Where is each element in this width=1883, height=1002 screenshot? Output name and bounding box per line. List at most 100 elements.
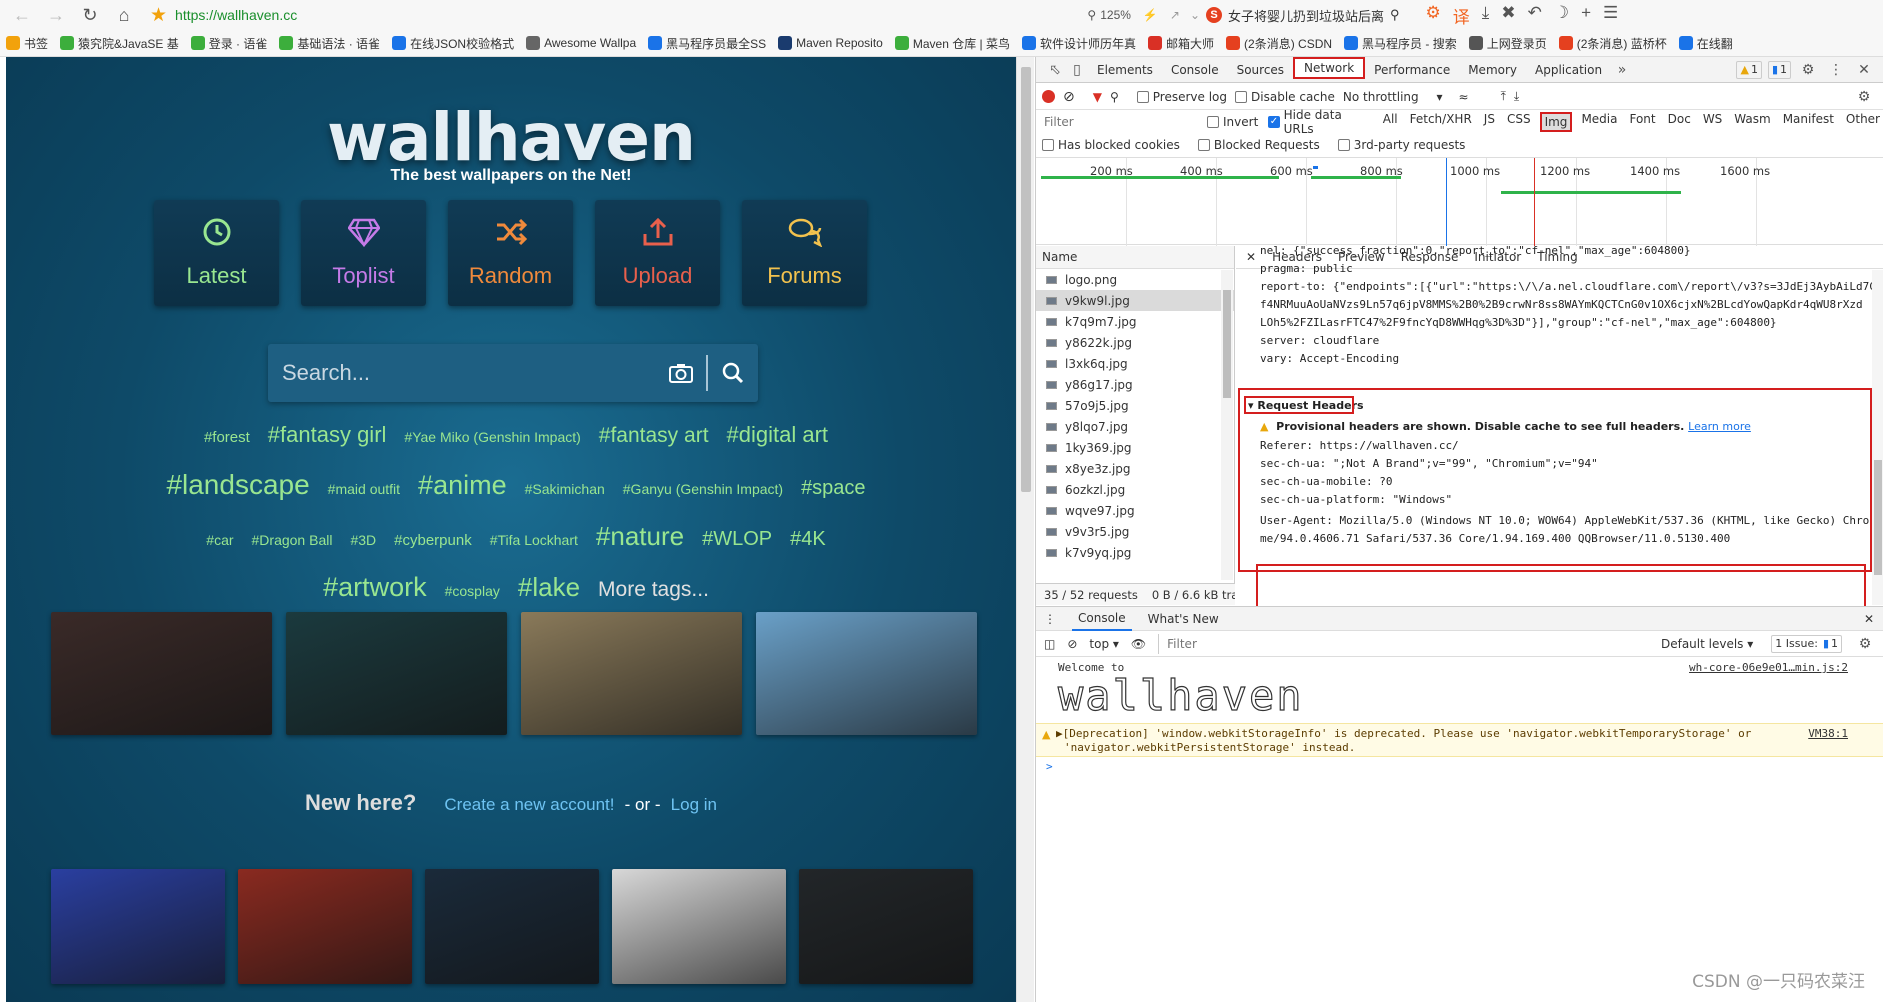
tag-link[interactable]: #landscape — [166, 462, 309, 507]
bookmark-item[interactable]: 黑马程序员 - 搜索 — [1344, 35, 1457, 52]
wifi-conditions-icon[interactable]: ≈ — [1459, 90, 1469, 104]
nav-latest-button[interactable]: Latest — [154, 200, 279, 306]
blocked-filter-checkbox[interactable]: 3rd-party requests — [1337, 138, 1465, 152]
tools-icon[interactable]: ✖ — [1501, 3, 1515, 28]
nav-forums-button[interactable]: Forums — [742, 200, 867, 306]
checkbox-box[interactable] — [1042, 139, 1054, 151]
request-row[interactable]: 1ky369.jpg — [1036, 437, 1234, 458]
filter-type-css[interactable]: CSS — [1504, 112, 1534, 132]
filter-type-all[interactable]: All — [1380, 112, 1401, 132]
tag-link[interactable]: #Ganyu (Genshin Impact) — [623, 467, 783, 512]
log-levels-select[interactable]: Default levels ▾ — [1661, 637, 1753, 651]
bookmark-item[interactable]: 书签 — [6, 35, 48, 52]
detail-scrollbar[interactable] — [1872, 270, 1883, 605]
search-icon[interactable]: ⚲ — [1390, 7, 1400, 23]
scrollbar-thumb[interactable] — [1874, 460, 1882, 575]
tag-link[interactable]: #Tifa Lockhart — [490, 518, 578, 563]
filter-funnel-icon[interactable]: ▼ — [1093, 90, 1102, 104]
bookmark-item[interactable]: (2条消息) CSDN — [1226, 35, 1332, 52]
tag-link[interactable]: #anime — [418, 463, 507, 508]
close-drawer-icon[interactable]: ✕ — [1864, 612, 1874, 626]
console-filter-input[interactable] — [1158, 633, 1649, 654]
tab-elements[interactable]: Elements — [1088, 57, 1162, 83]
create-account-link[interactable]: Create a new account! — [444, 795, 614, 814]
context-select[interactable]: top ▾ — [1089, 637, 1119, 651]
request-row[interactable]: k7q9m7.jpg — [1036, 311, 1234, 332]
wallpaper-thumbnail[interactable] — [51, 869, 225, 984]
checkbox-box[interactable] — [1235, 90, 1248, 103]
tab-application[interactable]: Application — [1526, 57, 1611, 83]
scrollbar-thumb[interactable] — [1021, 67, 1031, 492]
download-icon[interactable]: ⤓ — [1482, 3, 1490, 28]
filter-type-manifest[interactable]: Manifest — [1780, 112, 1837, 132]
wallpaper-thumbnail[interactable] — [238, 869, 412, 984]
tag-link[interactable]: #fantasy girl — [268, 412, 387, 457]
tag-link[interactable]: #nature — [596, 514, 684, 559]
new-tab-icon[interactable]: + — [1581, 3, 1591, 28]
tag-link[interactable]: #digital art — [727, 412, 829, 457]
bookmark-star-icon[interactable]: ★ — [150, 4, 167, 27]
tab-network[interactable]: Network — [1293, 56, 1366, 79]
request-row[interactable]: logo.png — [1036, 269, 1234, 290]
import-har-icon[interactable]: ⤒ — [1501, 89, 1506, 104]
tag-link[interactable]: #3D — [350, 518, 376, 563]
tag-link[interactable]: #cyberpunk — [394, 518, 472, 563]
blocked-filter-checkbox[interactable]: Has blocked cookies — [1042, 138, 1180, 152]
wallpaper-thumbnail[interactable] — [286, 612, 507, 735]
request-row[interactable]: v9v3r5.jpg — [1036, 521, 1234, 542]
game-icon[interactable]: ⚙ — [1426, 3, 1441, 28]
inspect-icon[interactable]: ⬁ — [1044, 59, 1066, 81]
warnings-badge[interactable]: ▲ 1 — [1736, 60, 1762, 79]
sidebar-toggle-icon[interactable]: ◫ — [1044, 637, 1055, 651]
filter-type-media[interactable]: Media — [1578, 112, 1620, 132]
disable-cache-checkbox[interactable]: Disable cache — [1235, 90, 1335, 104]
scrollbar-thumb[interactable] — [1223, 290, 1231, 398]
checkbox-box[interactable] — [1197, 139, 1210, 151]
issues-badge[interactable]: 1 Issue: ▮ 1 — [1771, 634, 1842, 653]
request-row[interactable]: l3xk6q.jpg — [1036, 353, 1234, 374]
bookmark-item[interactable]: Awesome Wallpa — [526, 36, 636, 50]
filter-type-wasm[interactable]: Wasm — [1731, 112, 1773, 132]
nav-upload-button[interactable]: Upload — [595, 200, 720, 306]
bookmark-item[interactable]: (2条消息) 蓝桥杯 — [1558, 35, 1667, 52]
camera-icon[interactable] — [656, 344, 706, 402]
console-settings-icon[interactable]: ⚙ — [1854, 633, 1876, 655]
clear-console-icon[interactable]: ⊘ — [1067, 637, 1077, 651]
filter-type-ws[interactable]: WS — [1700, 112, 1725, 132]
tab-sources[interactable]: Sources — [1228, 57, 1293, 83]
close-detail-icon[interactable]: ✕ — [1246, 250, 1256, 264]
tag-link[interactable]: #maid outfit — [328, 467, 400, 512]
device-toggle-icon[interactable]: ▯ — [1066, 59, 1088, 81]
undo-icon[interactable]: ↶ — [1528, 3, 1542, 28]
home-icon[interactable]: ⌂ — [110, 2, 138, 28]
url-text[interactable]: https://wallhaven.cc — [175, 7, 297, 23]
filter-type-other[interactable]: Other — [1843, 112, 1883, 132]
network-filter-input[interactable] — [1042, 112, 1197, 132]
page-scrollbar[interactable] — [1016, 57, 1034, 1002]
bookmark-item[interactable]: 猿究院&JavaSE 基 — [60, 35, 179, 52]
filter-type-doc[interactable]: Doc — [1665, 112, 1694, 132]
forward-icon[interactable]: → — [42, 2, 70, 28]
bookmark-item[interactable]: Maven 仓库 | 菜鸟 — [894, 35, 1010, 52]
kebab-menu-icon[interactable]: ⋮ — [1825, 59, 1847, 81]
more-tabs-icon[interactable]: » — [1611, 59, 1633, 81]
bookmark-item[interactable]: 黑马程序员最全SS — [648, 35, 766, 52]
search-icon[interactable] — [708, 344, 758, 402]
tab-performance[interactable]: Performance — [1365, 57, 1459, 83]
bookmark-item[interactable]: 上网登录页 — [1468, 35, 1547, 52]
search-input[interactable] — [268, 344, 656, 402]
request-list-scrollbar[interactable] — [1221, 270, 1233, 580]
filter-type-fetchxhr[interactable]: Fetch/XHR — [1407, 112, 1475, 132]
hide-data-urls-checkbox[interactable]: ✓ Hide data URLs — [1268, 108, 1369, 136]
request-row[interactable]: 57o9j5.jpg — [1036, 395, 1234, 416]
invert-checkbox[interactable]: Invert — [1207, 115, 1258, 129]
preserve-log-checkbox[interactable]: Preserve log — [1136, 90, 1227, 104]
tag-link[interactable]: #Dragon Ball — [252, 518, 333, 563]
record-icon[interactable] — [1042, 90, 1055, 103]
tag-link[interactable]: #fantasy art — [599, 413, 709, 458]
bookmark-item[interactable]: 软件设计师历年真 — [1022, 35, 1136, 52]
tab-console[interactable]: Console — [1162, 57, 1228, 83]
checkbox-box[interactable] — [1207, 116, 1219, 128]
bookmark-item[interactable]: 邮箱大师 — [1148, 35, 1214, 52]
wallpaper-thumbnail[interactable] — [799, 869, 973, 984]
